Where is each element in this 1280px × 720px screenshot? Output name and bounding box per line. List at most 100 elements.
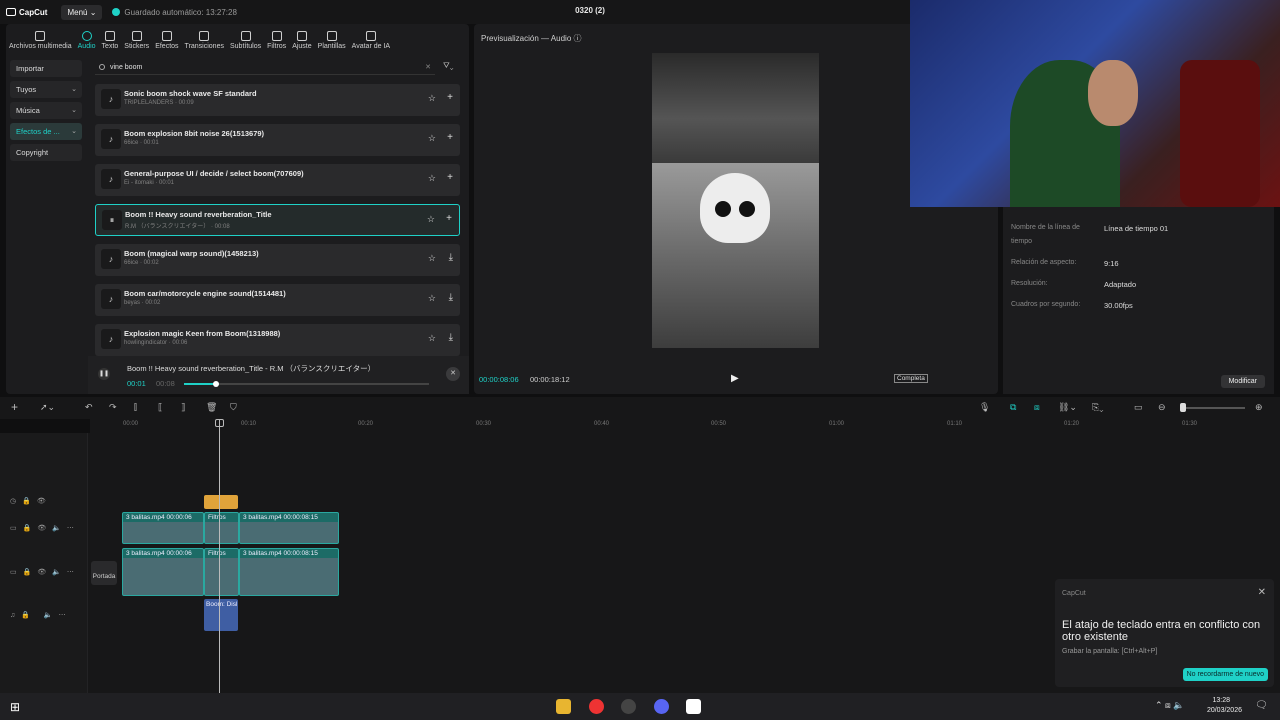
search-input[interactable]: vine boom ✕	[95, 60, 435, 75]
tab-plantillas[interactable]: Plantillas	[315, 26, 349, 50]
play-button[interactable]: ▶	[731, 373, 739, 384]
select-tool-icon[interactable]: ➚⌄	[40, 402, 55, 413]
tab-stickers[interactable]: Stickers	[121, 26, 152, 50]
list-item[interactable]: ♪ Boom (magical warp sound)(1458213) 66i…	[95, 244, 460, 276]
chain-icon[interactable]: ⛓⌄	[1058, 402, 1077, 413]
tab-filtros[interactable]: Filtros	[264, 26, 289, 50]
discord-icon[interactable]	[654, 699, 669, 714]
sidebar-item-copyright[interactable]: Copyright	[10, 144, 82, 161]
close-player-button[interactable]: ✕	[446, 367, 460, 381]
close-icon[interactable]: ✕	[1258, 587, 1266, 598]
shield-icon[interactable]: ⛉	[230, 402, 237, 413]
capcut-taskbar-icon[interactable]	[686, 699, 701, 714]
download-icon[interactable]: ⤓	[449, 332, 453, 343]
video-preview[interactable]	[652, 53, 819, 348]
tab-transiciones[interactable]: Transiciones	[182, 26, 227, 50]
cover-button[interactable]: Portada	[91, 561, 117, 585]
add-icon[interactable]: +	[11, 400, 18, 414]
effect-clip[interactable]	[204, 495, 238, 509]
playhead[interactable]	[219, 419, 220, 693]
list-item[interactable]: ♪ Sonic boom shock wave SF standard TRIP…	[95, 84, 460, 116]
favorite-star-icon[interactable]: ☆	[428, 93, 436, 104]
progress-knob[interactable]	[212, 381, 219, 387]
download-icon[interactable]: ⤓	[449, 252, 453, 263]
tab-archivos[interactable]: Archivos multimedia	[6, 26, 75, 50]
caption-icon[interactable]: ▭	[1134, 402, 1143, 413]
video-clip[interactable]: 3 balitas.mp4 00:00:06	[122, 512, 204, 544]
favorite-star-icon[interactable]: ☆	[427, 214, 435, 225]
add-icon[interactable]: +	[447, 132, 453, 143]
main-track-controls[interactable]: ▭🔒👁🔈⋯	[10, 568, 80, 576]
clock-time[interactable]: 13:28	[1212, 697, 1230, 704]
modify-button[interactable]: Modificar	[1220, 375, 1265, 388]
video-track-controls[interactable]: ▭🔒👁🔈⋯	[10, 524, 80, 532]
capcut-logo: CapCut	[6, 8, 47, 17]
tab-ajuste[interactable]: Ajuste	[289, 26, 314, 50]
zoom-in-icon[interactable]: ⊕	[1255, 402, 1263, 413]
link-icon[interactable]: ⧈	[1034, 402, 1040, 413]
ratio-button[interactable]: Completa	[894, 374, 928, 383]
favorite-star-icon[interactable]: ☆	[428, 333, 436, 344]
pause-button[interactable]: ❚❚	[98, 368, 110, 380]
redo-icon[interactable]: ↷	[109, 402, 117, 413]
list-item[interactable]: ♪ General-purpose UI / decide / select b…	[95, 164, 460, 196]
windows-start-icon[interactable]: ⊞	[10, 700, 20, 714]
tab-audio[interactable]: Audio	[75, 26, 99, 50]
property-label: Relación de aspecto:	[1011, 259, 1077, 266]
timeline-ruler[interactable]: 00:00 00:10 00:20 00:30 00:40 00:50 01:0…	[90, 419, 1280, 433]
tab-texto[interactable]: Texto	[99, 26, 122, 50]
player-progress-slider[interactable]	[184, 381, 429, 387]
filter-clip[interactable]: Filtros	[204, 512, 239, 544]
list-item[interactable]: ♪ Explosion magic Keen from Boom(1318988…	[95, 324, 460, 356]
video-clip[interactable]: 3 balitas.mp4 00:00:08:15	[239, 512, 339, 544]
favorite-star-icon[interactable]: ☆	[428, 133, 436, 144]
zoom-out-icon[interactable]: ⊖	[1158, 402, 1166, 413]
zoom-slider-knob[interactable]	[1180, 403, 1186, 412]
clear-icon[interactable]: ✕	[425, 63, 431, 71]
list-item-selected[interactable]: ⏸ Boom !! Heavy sound reverberation_Titl…	[95, 204, 460, 236]
favorite-star-icon[interactable]: ☆	[428, 173, 436, 184]
download-icon[interactable]: ⤓	[449, 292, 453, 303]
clock-date[interactable]: 20/03/2026	[1207, 707, 1242, 714]
tab-efectos[interactable]: Efectos	[152, 26, 181, 50]
add-icon[interactable]: +	[446, 213, 452, 224]
sound-meta: howlingindicator · 00:06	[124, 340, 188, 346]
delete-icon[interactable]: 🗑	[206, 402, 217, 413]
sidebar-item-musica[interactable]: Música ⌄	[10, 102, 82, 119]
favorite-star-icon[interactable]: ☆	[428, 293, 436, 304]
split-icon[interactable]: ⫿	[134, 402, 137, 413]
main-filter-clip[interactable]: Filtros	[204, 548, 239, 596]
playhead-handle[interactable]	[215, 419, 224, 427]
search-value: vine boom	[110, 63, 143, 71]
main-video-clip[interactable]: 3 balitas.mp4 00:00:06	[122, 548, 204, 596]
effect-track-controls[interactable]: ◷🔒👁	[10, 497, 52, 505]
add-icon[interactable]: +	[447, 172, 453, 183]
chrome-icon[interactable]	[589, 699, 604, 714]
notification-center-icon[interactable]: 🗨	[1255, 700, 1268, 711]
undo-icon[interactable]: ↶	[85, 402, 93, 413]
zoom-slider[interactable]	[1180, 407, 1245, 409]
audio-track-controls[interactable]: ♫🔒 🔈⋯	[10, 611, 72, 619]
favorite-star-icon[interactable]: ☆	[428, 253, 436, 264]
list-item[interactable]: ♪ Boom car/motorcycle engine sound(15144…	[95, 284, 460, 316]
filter-button[interactable]: ⛛⌄	[443, 61, 454, 71]
file-explorer-icon[interactable]	[556, 699, 571, 714]
add-icon[interactable]: +	[447, 92, 453, 103]
main-video-clip[interactable]: 3 balitas.mp4 00:00:08:15	[239, 548, 339, 596]
audio-clip[interactable]: Boom: Disl	[204, 599, 238, 631]
magnet-icon[interactable]: ⧉	[1010, 402, 1016, 413]
microphone-icon[interactable]: 🎙	[979, 402, 990, 413]
preview-axis-icon[interactable]: ⎘⌄	[1092, 402, 1103, 413]
menu-button[interactable]: Menú ⌄	[61, 4, 103, 20]
tab-avatar-ia[interactable]: Avatar de IA	[349, 26, 393, 50]
system-tray-icons[interactable]: ⌃ ⧈ 🔈	[1155, 700, 1184, 711]
dont-remind-button[interactable]: No recordarme de nuevo	[1182, 668, 1268, 681]
list-item[interactable]: ♪ Boom explosion 8bit noise 26(1513679) …	[95, 124, 460, 156]
obs-icon[interactable]	[621, 699, 636, 714]
sidebar-item-importar[interactable]: Importar	[10, 60, 82, 77]
tab-subtitulos[interactable]: Subtítulos	[227, 26, 264, 50]
sidebar-item-efectos-sonido[interactable]: Efectos de ... ⌄	[10, 123, 82, 140]
trim-left-icon[interactable]: ⟦	[158, 402, 162, 413]
sidebar-item-tuyos[interactable]: Tuyos ⌄	[10, 81, 82, 98]
trim-right-icon[interactable]: ⟧	[181, 402, 185, 413]
